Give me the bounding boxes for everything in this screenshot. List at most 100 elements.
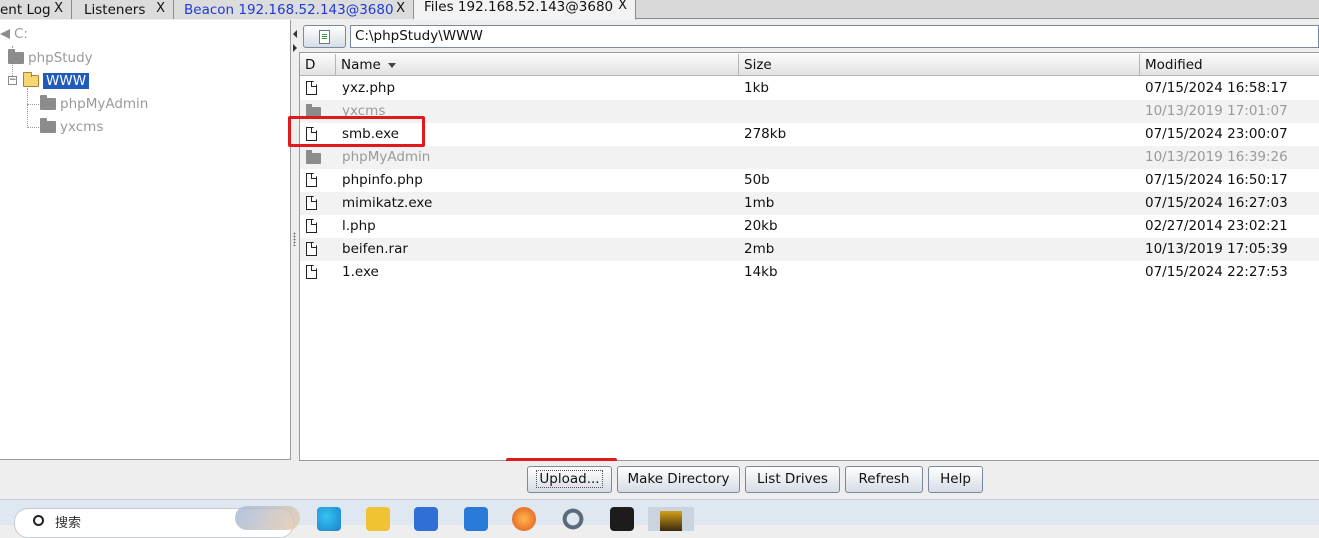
document-icon — [319, 30, 330, 44]
search-highlight-decoration — [235, 506, 300, 530]
tree-item-www[interactable]: WWW — [23, 71, 90, 91]
tree-item-phpmyadmin[interactable]: phpMyAdmin — [40, 94, 148, 114]
tree-connector — [27, 104, 39, 105]
close-icon[interactable]: X — [618, 0, 627, 13]
help-button[interactable]: Help — [928, 466, 983, 493]
tree-item-label: phpMyAdmin — [60, 96, 149, 112]
column-header-d[interactable]: D — [300, 54, 336, 76]
store-icon[interactable] — [414, 507, 438, 531]
cell-size: 278kb — [744, 126, 787, 142]
cell-size: 1kb — [744, 80, 769, 96]
cell-size: 50b — [744, 172, 770, 188]
collapse-icon[interactable]: − — [8, 76, 17, 85]
upload-button[interactable]: Upload... — [527, 466, 612, 493]
collapse-left-icon[interactable] — [293, 30, 297, 38]
cell-modified: 10/13/2019 17:05:39 — [1145, 241, 1288, 257]
file-icon — [306, 219, 317, 233]
cobalt-strike-icon — [660, 511, 682, 531]
cell-modified: 07/15/2024 16:50:17 — [1145, 172, 1288, 188]
list-drives-button[interactable]: List Drives — [745, 466, 840, 493]
cell-name: yxz.php — [342, 80, 396, 96]
os-taskbar: 搜索 — [0, 499, 1319, 538]
cell-size: 14kb — [744, 264, 778, 280]
tree-item-label: yxcms — [60, 119, 104, 135]
folder-icon — [306, 150, 321, 164]
cell-modified: 10/13/2019 17:01:07 — [1145, 103, 1288, 119]
cell-size: 20kb — [744, 218, 778, 234]
table-row[interactable]: phpinfo.php 50b 07/15/2024 16:50:17 — [300, 169, 1319, 192]
highlight-box — [288, 116, 425, 147]
cell-modified: 07/15/2024 16:58:17 — [1145, 80, 1288, 96]
tab-bar: ent Log X Listeners X Beacon 192.168.52.… — [0, 0, 1319, 20]
folder-open-icon — [23, 72, 39, 87]
folder-icon — [40, 95, 56, 110]
tree-item-label: C: — [14, 26, 28, 42]
path-input[interactable]: C:\phpStudy\WWW — [350, 25, 1319, 48]
firefox-icon[interactable] — [512, 507, 536, 531]
file-icon — [306, 81, 317, 95]
table-row[interactable]: yxcms 10/13/2019 17:01:07 — [300, 100, 1319, 123]
tab-files[interactable]: Files 192.168.52.143@3680 X — [414, 0, 636, 20]
cell-name: beifen.rar — [342, 241, 408, 257]
file-icon — [306, 173, 317, 187]
tree-item-phpstudy[interactable]: phpStudy — [8, 48, 93, 68]
search-placeholder: 搜索 — [55, 516, 82, 531]
search-icon — [33, 515, 44, 526]
splitter-grip-icon[interactable] — [293, 232, 296, 246]
tree-item-yxcms[interactable]: yxcms — [40, 117, 103, 137]
tab-event-log[interactable]: ent Log X — [0, 0, 72, 19]
active-app-tile[interactable] — [648, 507, 694, 531]
cell-modified: 07/15/2024 22:27:53 — [1145, 264, 1288, 280]
close-icon[interactable]: X — [54, 1, 63, 16]
tree-item-label: phpStudy — [28, 50, 93, 66]
cell-modified: 07/15/2024 23:00:07 — [1145, 126, 1288, 142]
cell-name: l.php — [342, 218, 376, 234]
file-explorer-icon[interactable] — [366, 507, 390, 531]
tab-label: ent Log — [0, 1, 51, 18]
tab-label: Files 192.168.52.143@3680 — [424, 0, 614, 15]
close-icon[interactable]: X — [156, 1, 165, 16]
tree-item-label: WWW — [43, 73, 90, 89]
column-header-size[interactable]: Size — [739, 54, 1140, 76]
cell-name: mimikatz.exe — [342, 195, 433, 211]
column-header-name[interactable]: Name — [336, 54, 739, 76]
close-icon[interactable]: X — [396, 1, 405, 16]
file-icon — [306, 196, 317, 210]
sort-descending-icon — [387, 62, 396, 68]
cell-modified: 02/27/2014 23:02:21 — [1145, 218, 1288, 234]
mail-icon[interactable] — [464, 507, 488, 531]
tree-item-drive-c[interactable]: C: — [0, 24, 28, 44]
tab-listeners[interactable]: Listeners X — [72, 0, 174, 19]
cell-size: 1mb — [744, 195, 775, 211]
table-row[interactable]: smb.exe 278kb 07/15/2024 23:00:07 — [300, 123, 1319, 146]
network-tool-icon[interactable] — [561, 507, 585, 531]
cell-name: 1.exe — [342, 264, 379, 280]
folder-icon — [40, 118, 56, 133]
folder-icon — [8, 49, 24, 64]
directory-tree: C: phpStudy − WWW phpMyAdmin yxcms — [0, 20, 291, 460]
tab-label: Listeners — [84, 1, 146, 18]
tab-beacon[interactable]: Beacon 192.168.52.143@3680 X — [174, 0, 414, 19]
parent-folder-button[interactable] — [303, 25, 346, 48]
table-row[interactable]: mimikatz.exe 1mb 07/15/2024 16:27:03 — [300, 192, 1319, 215]
terminal-icon[interactable] — [610, 507, 634, 531]
table-row[interactable]: l.php 20kb 02/27/2014 23:02:21 — [300, 215, 1319, 238]
file-table: D Name Size Modified yxz.php 1kb 07/15/202… — [299, 52, 1319, 461]
cell-modified: 07/15/2024 16:27:03 — [1145, 195, 1288, 211]
table-row[interactable]: 1.exe 14kb 07/15/2024 22:27:53 — [300, 261, 1319, 284]
tab-label: Beacon 192.168.52.143@3680 — [184, 1, 394, 18]
edge-icon[interactable] — [317, 507, 341, 531]
column-header-modified[interactable]: Modified — [1140, 54, 1319, 76]
cell-size: 2mb — [744, 241, 775, 257]
table-row[interactable]: yxz.php 1kb 07/15/2024 16:58:17 — [300, 77, 1319, 100]
file-icon — [306, 242, 317, 256]
table-row[interactable]: beifen.rar 2mb 10/13/2019 17:05:39 — [300, 238, 1319, 261]
expand-right-icon[interactable] — [293, 44, 297, 52]
tree-connector — [27, 88, 28, 128]
table-header: D Name Size Modified — [300, 54, 1319, 76]
table-row[interactable]: phpMyAdmin 10/13/2019 16:39:26 — [300, 146, 1319, 169]
make-directory-button[interactable]: Make Directory — [617, 466, 740, 493]
refresh-button[interactable]: Refresh — [845, 466, 923, 493]
file-icon — [306, 265, 317, 279]
drive-icon — [0, 29, 10, 39]
